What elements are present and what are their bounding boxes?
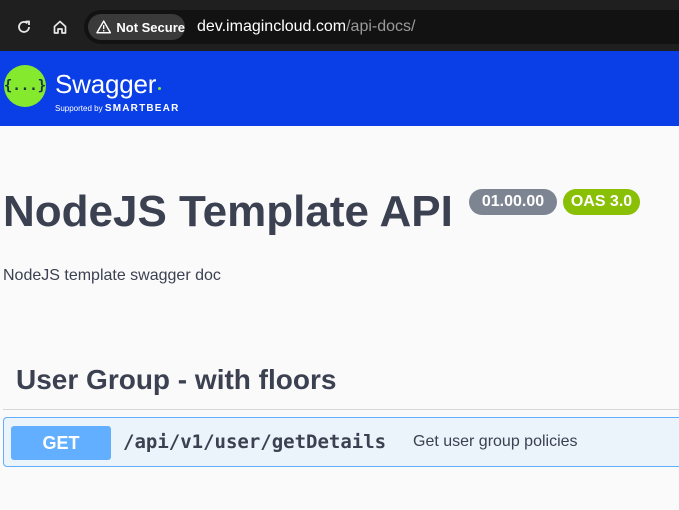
- url-host: dev.imagincloud.com: [197, 18, 347, 35]
- home-icon: [53, 20, 67, 34]
- brand-name[interactable]: Swagger: [55, 69, 156, 100]
- tag-divider: [3, 409, 679, 410]
- operation-path: /api/v1/user/getDetails: [123, 431, 387, 453]
- security-label: Not Secure: [116, 19, 185, 35]
- brand-subtitle: Supported by SMARTBEAR: [55, 103, 180, 114]
- warning-icon: [96, 20, 112, 34]
- logo-glyph: {...}: [3, 78, 47, 94]
- swagger-topbar: {...} Swagger Supported by SMARTBEAR: [0, 51, 679, 126]
- operation-block[interactable]: GET /api/v1/user/getDetails Get user gro…: [3, 417, 679, 467]
- url-text[interactable]: dev.imagincloud.com/api-docs/: [197, 18, 415, 36]
- browser-toolbar: Not Secure dev.imagincloud.com/api-docs/: [0, 0, 679, 51]
- url-path: /api-docs/: [346, 18, 416, 35]
- reload-button[interactable]: [12, 15, 36, 39]
- brand-dot: [158, 87, 161, 90]
- oas-badge: OAS 3.0: [563, 189, 640, 215]
- api-description: NodeJS template swagger doc: [3, 267, 221, 284]
- operation-summary: Get user group policies: [413, 433, 578, 450]
- swagger-logo[interactable]: {...}: [4, 65, 46, 107]
- reload-icon: [18, 20, 30, 33]
- method-badge: GET: [11, 426, 111, 460]
- address-bar[interactable]: Not Secure dev.imagincloud.com/api-docs/: [84, 10, 679, 44]
- version-badge: 01.00.00: [469, 189, 557, 215]
- smartbear-text: SMARTBEAR: [104, 103, 180, 114]
- api-title: NodeJS Template API: [3, 187, 453, 236]
- home-button[interactable]: [48, 15, 72, 39]
- supported-by-text: Supported by: [55, 104, 103, 113]
- tag-header[interactable]: User Group - with floors: [16, 364, 336, 396]
- security-chip[interactable]: Not Secure: [88, 14, 185, 40]
